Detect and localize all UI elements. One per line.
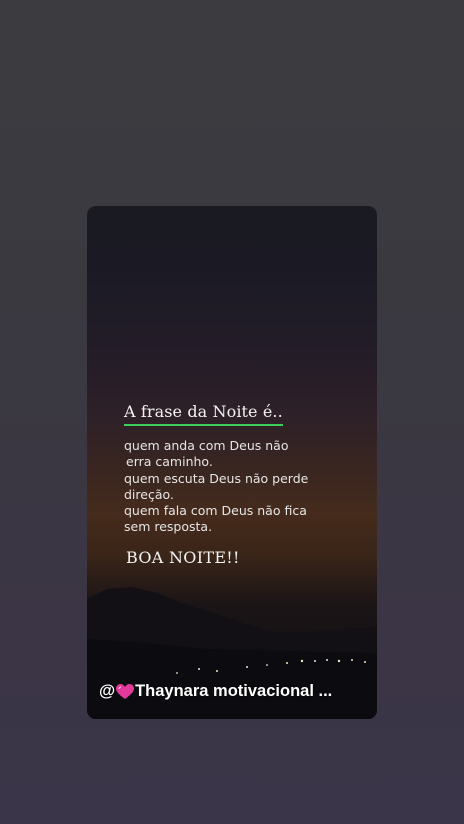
closing-text: BOA NOITE!! — [126, 548, 240, 567]
quote-line: sem resposta. — [124, 519, 213, 535]
quote-line: direção. — [124, 486, 174, 502]
story-card[interactable]: A frase da Noite é.. quem anda com Deus … — [87, 206, 377, 719]
quote-line: quem anda com Deus não — [124, 438, 289, 453]
quote-line: quem fala com Deus não fica — [124, 503, 307, 519]
city-lights — [176, 659, 366, 674]
story-title: A frase da Noite é.. — [124, 402, 283, 426]
creator-name: Thaynara motivacional ... — [135, 682, 333, 700]
quote-text: quem anda com Deus não erra caminho. que… — [124, 438, 344, 536]
quote-line: erra caminho. — [126, 454, 213, 470]
creator-watermark[interactable]: @ Thaynara motivacional ... — [99, 682, 332, 701]
at-symbol: @ — [99, 682, 116, 700]
heart-icon — [116, 683, 135, 699]
quote-line: quem escuta Deus não perde — [124, 470, 309, 486]
